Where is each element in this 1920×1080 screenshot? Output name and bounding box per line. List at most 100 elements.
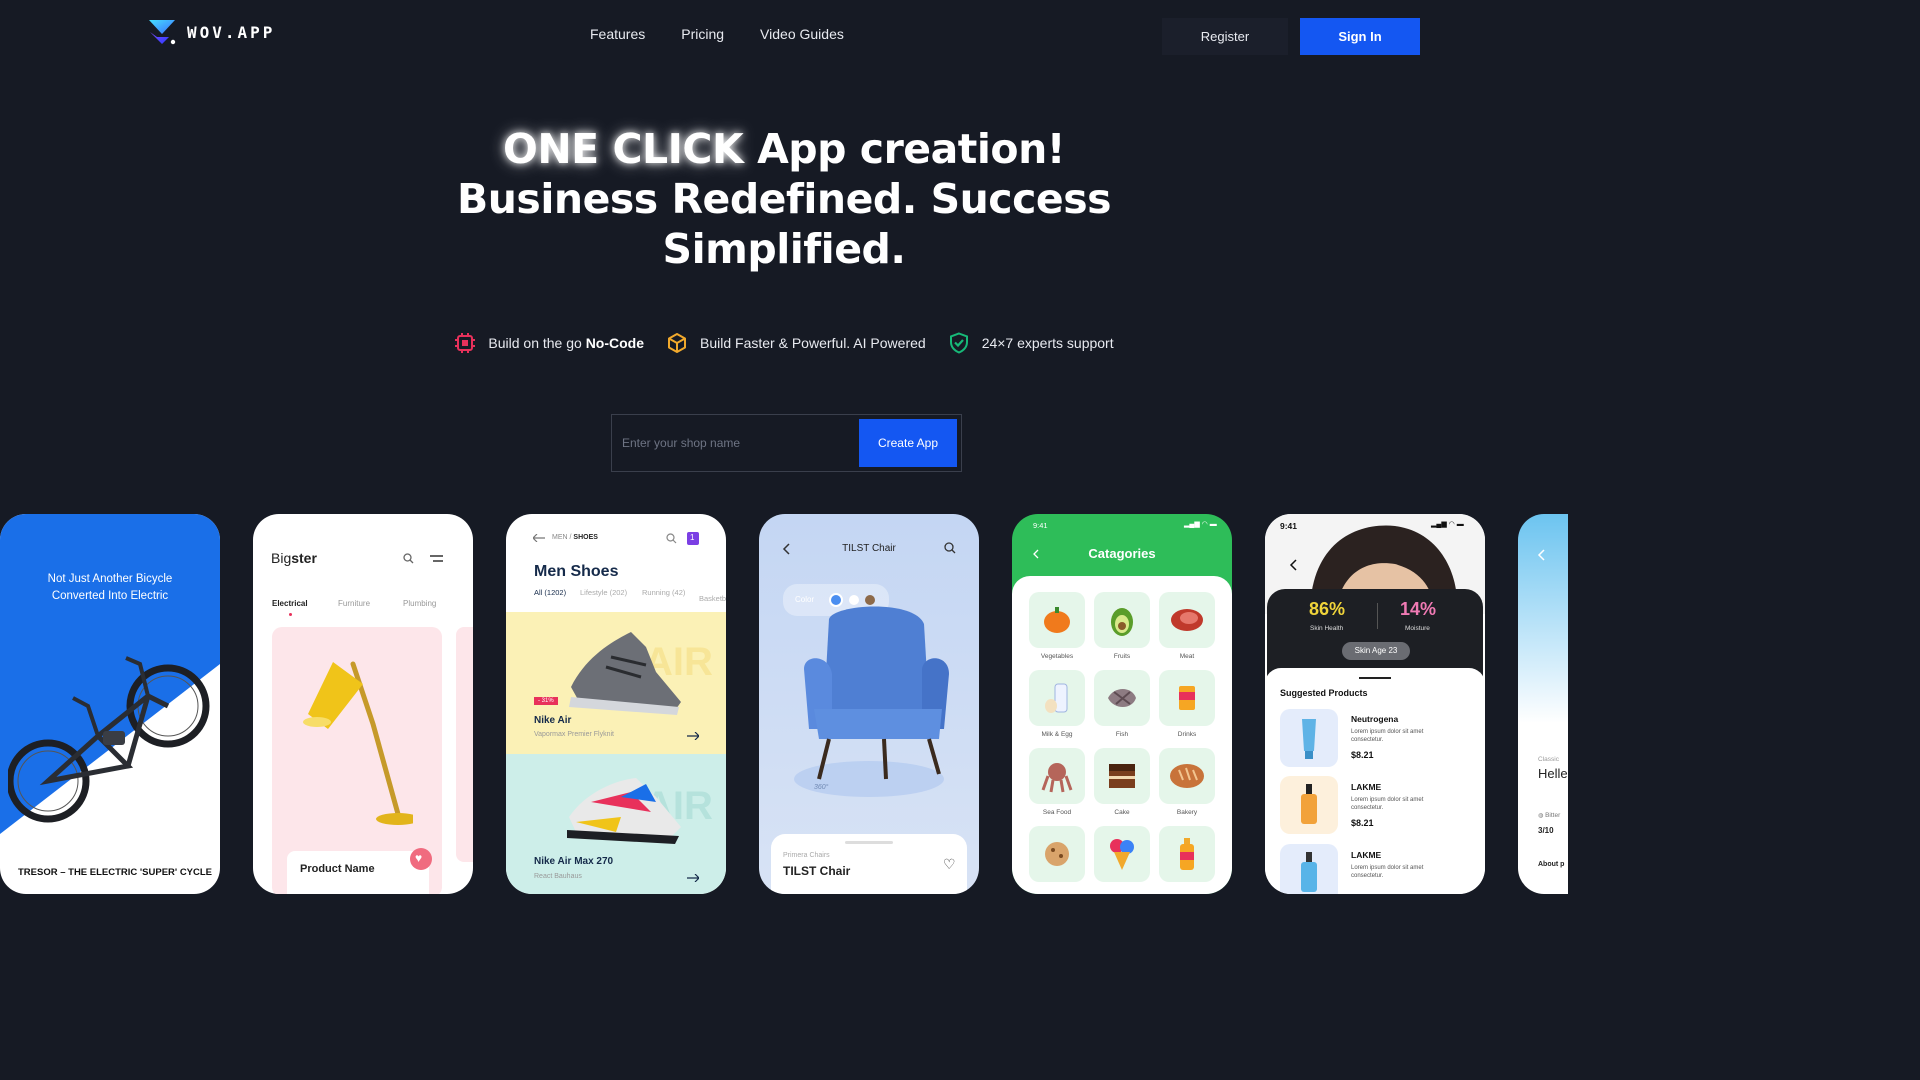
back-chevron-icon[interactable] bbox=[1537, 549, 1545, 561]
category-tile-bakery[interactable] bbox=[1159, 748, 1215, 804]
suggested-products-sheet: Suggested Products Neutrogena Lorem ipsu… bbox=[1265, 668, 1485, 894]
heart-icon[interactable]: ♡ bbox=[943, 856, 956, 873]
top-nav: WOV.APP Features Pricing Video Guides Re… bbox=[0, 0, 1568, 72]
product-name: LAKME bbox=[1351, 850, 1382, 860]
feature-support: 24×7 experts support bbox=[948, 332, 1114, 354]
flavor-icon: ◍ bbox=[1538, 813, 1544, 819]
product-sheet: Primera Chairs TILST Chair ♡ bbox=[771, 834, 967, 894]
category-tile-fish[interactable] bbox=[1094, 670, 1150, 726]
back-chevron-icon[interactable] bbox=[1289, 559, 1297, 571]
status-time: 9:41 bbox=[1033, 521, 1048, 530]
category-tile-vegetables[interactable] bbox=[1029, 592, 1085, 648]
category-tile-sea-food[interactable] bbox=[1029, 748, 1085, 804]
arrow-right-icon[interactable] bbox=[687, 874, 699, 882]
product-subtitle: React Bauhaus bbox=[534, 873, 582, 880]
product-title: Helle bbox=[1538, 766, 1568, 781]
category-tile-fruits[interactable] bbox=[1094, 592, 1150, 648]
feature-text: 24×7 experts support bbox=[981, 335, 1114, 351]
hero-line-3: Simplified. bbox=[662, 225, 906, 273]
nav-link-pricing[interactable]: Pricing bbox=[681, 26, 724, 42]
category-tile[interactable] bbox=[1094, 826, 1150, 882]
screen-title: Catagories bbox=[1088, 546, 1156, 561]
feature-text-main: Build on the go bbox=[488, 335, 586, 351]
product-name: Nike Air Max 270 bbox=[534, 856, 614, 867]
product-card-nike-air-max[interactable]: AIR Nike Air Max 270 React Bauhaus bbox=[506, 754, 726, 894]
back-arrow-icon[interactable] bbox=[533, 534, 545, 542]
search-icon[interactable] bbox=[944, 542, 956, 554]
about-heading: About p bbox=[1538, 861, 1565, 868]
armchair-image bbox=[794, 606, 949, 797]
hero-line-1-rest: App creation! bbox=[743, 125, 1065, 173]
favorite-button[interactable]: ♥ bbox=[410, 848, 432, 870]
product-thumbnail[interactable] bbox=[1280, 844, 1338, 894]
phone-preview-bigster[interactable]: Bigster Electrical Furniture Plumbing Pr… bbox=[253, 514, 473, 894]
hero-line-1: ONE CLICK App creation! bbox=[0, 124, 1568, 174]
nav-link-features[interactable]: Features bbox=[590, 26, 645, 42]
sheet-handle[interactable] bbox=[1359, 677, 1391, 679]
category-tile-milk-egg[interactable] bbox=[1029, 670, 1085, 726]
product-category: Primera Chairs bbox=[783, 852, 830, 859]
next-product-card[interactable] bbox=[456, 627, 473, 862]
logo[interactable]: WOV.APP bbox=[147, 17, 275, 47]
product-thumbnail[interactable] bbox=[1280, 776, 1338, 834]
heart-icon: ♥ bbox=[415, 851, 423, 865]
search-icon[interactable] bbox=[403, 553, 414, 564]
tab-furniture[interactable]: Furniture bbox=[338, 599, 370, 608]
feature-text-bold: No-Code bbox=[585, 335, 645, 351]
tab-electrical[interactable]: Electrical bbox=[272, 599, 308, 608]
serum-bottle-icon bbox=[1301, 852, 1317, 892]
bike-headline-2: Converted Into Electric bbox=[51, 590, 169, 602]
fish-icon bbox=[1108, 689, 1136, 707]
product-subtitle: Vapormax Premier Flyknit bbox=[534, 731, 615, 738]
phone-preview-bike[interactable]: Not Just Another Bicycle Converted Into … bbox=[0, 514, 220, 894]
category-tile[interactable] bbox=[1159, 826, 1215, 882]
phone-preview-chair[interactable]: TILST Chair Color 360° Primera Chairs TI… bbox=[759, 514, 979, 894]
filter-all[interactable]: All (1202) bbox=[534, 588, 566, 597]
moisture-value: 14% bbox=[1400, 599, 1437, 619]
product-name: LAKME bbox=[1351, 782, 1382, 792]
product-description: consectetur. bbox=[1351, 805, 1384, 811]
sheet-handle[interactable] bbox=[845, 841, 893, 844]
category-tile-drinks[interactable] bbox=[1159, 670, 1215, 726]
category-tile[interactable] bbox=[1029, 826, 1085, 882]
product-name: Neutrogena bbox=[1351, 714, 1399, 724]
tab-plumbing[interactable]: Plumbing bbox=[403, 599, 436, 608]
product-card-nike-air[interactable]: AIR - 31% Nike Air Vapormax Premier Flyk… bbox=[506, 612, 726, 754]
filter-running[interactable]: Running (42) bbox=[642, 588, 685, 597]
category-label: Drinks bbox=[1177, 731, 1197, 738]
logo-text: WOV.APP bbox=[187, 22, 276, 42]
nav-link-video-guides[interactable]: Video Guides bbox=[760, 26, 844, 42]
rating-count: 3/10 bbox=[1538, 826, 1554, 835]
search-icon[interactable] bbox=[666, 533, 677, 544]
rotate-label: 360° bbox=[814, 784, 829, 791]
category-tile-meat[interactable] bbox=[1159, 592, 1215, 648]
phone-preview-skincare[interactable]: 9:41 ▂▄▆ ◠ ▬ 86% Skin Health 14% Moistur… bbox=[1265, 514, 1485, 894]
category-label: Fish bbox=[1115, 731, 1129, 738]
active-tab-dot bbox=[289, 613, 292, 616]
register-button[interactable]: Register bbox=[1162, 18, 1288, 55]
bicycle-image bbox=[8, 656, 210, 823]
phone-preview-shoes[interactable]: MEN / SHOES 1 Men Shoes All (1202) Lifes… bbox=[506, 514, 726, 894]
product-thumbnail[interactable] bbox=[1280, 709, 1338, 767]
shop-name-input[interactable] bbox=[612, 415, 857, 471]
arrow-right-icon[interactable] bbox=[687, 732, 699, 740]
breadcrumb-men[interactable]: MEN bbox=[552, 534, 568, 541]
octopus-icon bbox=[1041, 763, 1073, 793]
category-label: Bakery bbox=[1176, 809, 1198, 816]
filter-lifestyle[interactable]: Lifestyle (202) bbox=[580, 588, 627, 597]
filter-basketball[interactable]: Basketball bbox=[699, 594, 726, 603]
product-description: consectetur. bbox=[1351, 873, 1384, 879]
category-label: Milk & Egg bbox=[1041, 731, 1073, 738]
category-label: Vegetables bbox=[1040, 653, 1074, 660]
phone-preview-partial[interactable]: Classic Helle ◍ Bitter 3/10 About p bbox=[1518, 514, 1568, 894]
create-app-button[interactable]: Create App bbox=[859, 419, 957, 467]
phone-preview-grocery[interactable]: 9:41 ▂▄▆ ◠ ▬ Catagories Vegetables Fruit… bbox=[1012, 514, 1232, 894]
category-label: Meat bbox=[1179, 653, 1195, 660]
category-tile-cake[interactable] bbox=[1094, 748, 1150, 804]
menu-icon[interactable] bbox=[430, 555, 443, 563]
feature-list: Build on the go No-Code Build Faster & P… bbox=[0, 332, 1568, 354]
cart-icon[interactable]: 1 bbox=[687, 532, 699, 545]
product-description: Lorem ipsum dolor sit amet bbox=[1351, 797, 1424, 803]
sign-in-button[interactable]: Sign In bbox=[1300, 18, 1420, 55]
bike-footer: TRESOR – THE ELECTRIC 'SUPER' CYCLE bbox=[18, 867, 213, 878]
